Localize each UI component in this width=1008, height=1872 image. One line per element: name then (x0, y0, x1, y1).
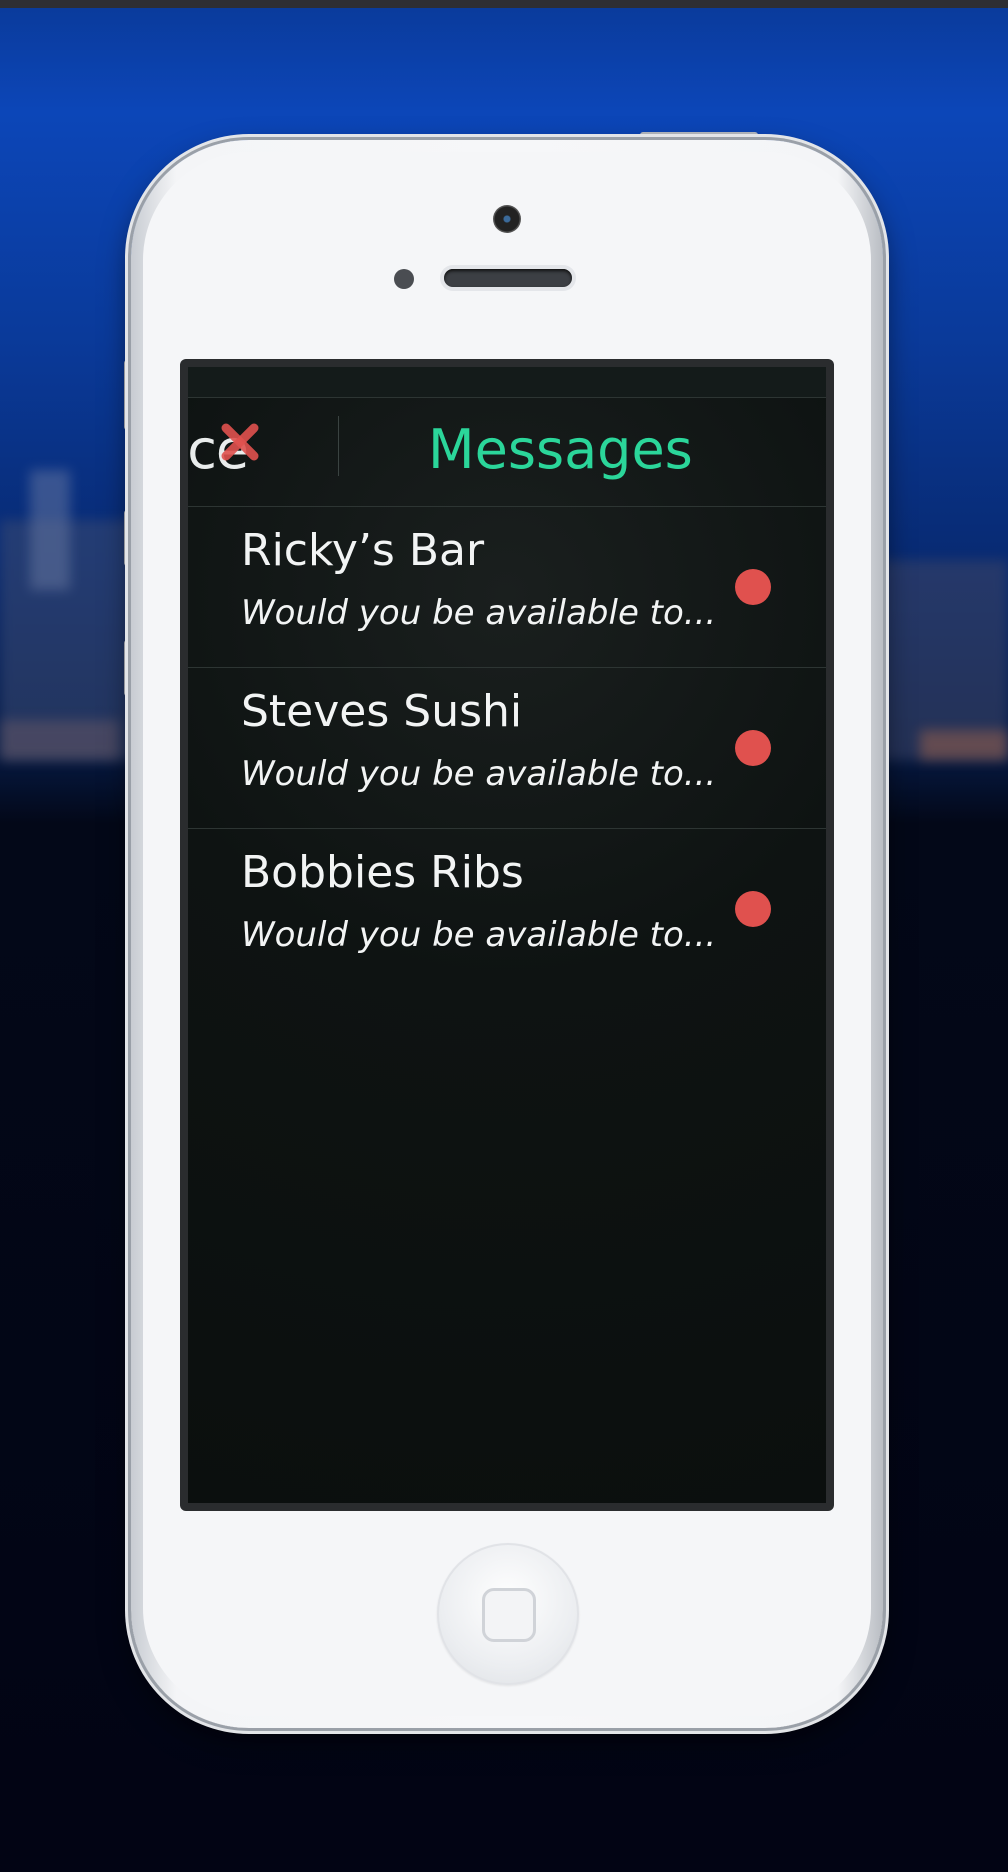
nav-bar: nce Messages (188, 398, 826, 507)
background-scene: nce Messages Ricky’s Bar Would you be av… (0, 0, 1008, 1872)
phone-screen: nce Messages Ricky’s Bar Would you be av… (180, 359, 834, 1511)
message-preview: Would you be available to... (241, 754, 717, 794)
message-preview: Would you be available to... (241, 915, 717, 955)
front-camera-icon (493, 205, 521, 233)
unread-dot-icon (735, 730, 771, 766)
status-bar (188, 367, 826, 398)
message-preview: Would you be available to... (241, 593, 717, 633)
unread-dot-icon (735, 891, 771, 927)
message-item-bobbies-ribs[interactable]: Bobbies Ribs Would you be available to..… (188, 829, 826, 989)
message-sender: Bobbies Ribs (241, 847, 524, 898)
city-lights (0, 720, 120, 760)
proximity-sensor (394, 269, 414, 289)
message-item-steves-sushi[interactable]: Steves Sushi Would you be available to..… (188, 668, 826, 829)
home-square-icon (482, 1588, 536, 1642)
city-building (30, 470, 70, 590)
unread-dot-icon (735, 569, 771, 605)
app-view: nce Messages Ricky’s Bar Would you be av… (188, 367, 826, 1503)
nav-divider (338, 416, 339, 476)
close-icon[interactable] (218, 420, 262, 464)
earpiece-speaker (444, 269, 572, 287)
city-lights (920, 730, 1008, 760)
message-list: Ricky’s Bar Would you be available to...… (188, 507, 826, 989)
message-item-rickys-bar[interactable]: Ricky’s Bar Would you be available to... (188, 507, 826, 668)
message-sender: Steves Sushi (241, 686, 523, 737)
top-bar (0, 0, 1008, 8)
message-sender: Ricky’s Bar (241, 525, 485, 576)
home-button[interactable] (437, 1543, 579, 1685)
page-title: Messages (428, 418, 693, 481)
